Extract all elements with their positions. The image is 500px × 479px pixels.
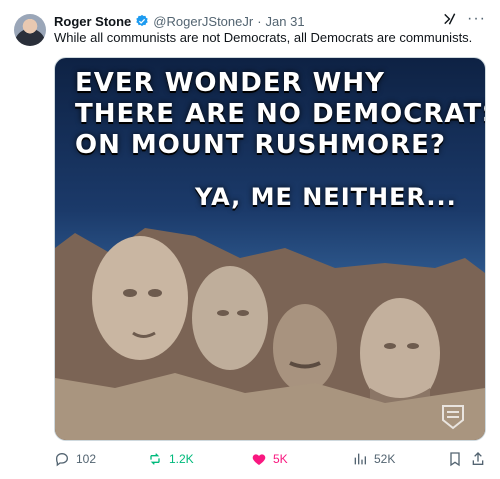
share-icon	[472, 452, 484, 465]
tweet[interactable]: Roger Stone @RogerJStoneJr · Jan 31 ··· …	[0, 0, 500, 479]
views-button[interactable]: 52K	[352, 451, 395, 467]
meme-text-line-2: THERE ARE NO DEMOCRATS	[75, 99, 486, 129]
like-icon	[252, 454, 266, 465]
share-button[interactable]	[470, 451, 486, 467]
tweet-actions: 102 1.2K 5K 52K	[54, 451, 484, 469]
repost-count: 1.2K	[169, 452, 194, 466]
separator-dot: ·	[257, 13, 262, 29]
meme-text-line-1: EVER WONDER WHY	[75, 68, 385, 98]
meme-text-line-3: ON MOUNT RUSHMORE?	[75, 130, 447, 160]
reply-button[interactable]: 102	[54, 451, 96, 467]
grok-icon[interactable]	[443, 12, 457, 26]
tweet-text: While all communists are not Democrats, …	[54, 30, 473, 45]
avatar[interactable]	[14, 14, 46, 46]
views-icon	[354, 453, 366, 465]
reply-count: 102	[76, 452, 97, 466]
reply-icon	[55, 452, 69, 467]
repost-icon	[150, 453, 160, 465]
bookmark-icon	[450, 452, 460, 467]
more-icon[interactable]: ···	[467, 11, 486, 27]
meme-text-line-4: YA, ME NEITHER...	[195, 183, 457, 211]
tweet-header: Roger Stone @RogerJStoneJr · Jan 31	[54, 12, 305, 30]
author-handle[interactable]: @RogerJStoneJr	[153, 14, 253, 29]
verified-badge-icon	[136, 14, 149, 27]
tweet-image[interactable]: EVER WONDER WHY THERE ARE NO DEMOCRATS O…	[54, 57, 486, 441]
repost-button[interactable]: 1.2K	[147, 451, 194, 467]
tweet-top-actions: ···	[443, 11, 486, 27]
bookmark-button[interactable]	[447, 451, 463, 467]
like-button[interactable]: 5K	[251, 451, 288, 467]
tweet-date[interactable]: Jan 31	[266, 14, 305, 29]
like-count: 5K	[273, 452, 288, 466]
views-count: 52K	[374, 452, 396, 466]
author-name[interactable]: Roger Stone	[54, 14, 131, 29]
